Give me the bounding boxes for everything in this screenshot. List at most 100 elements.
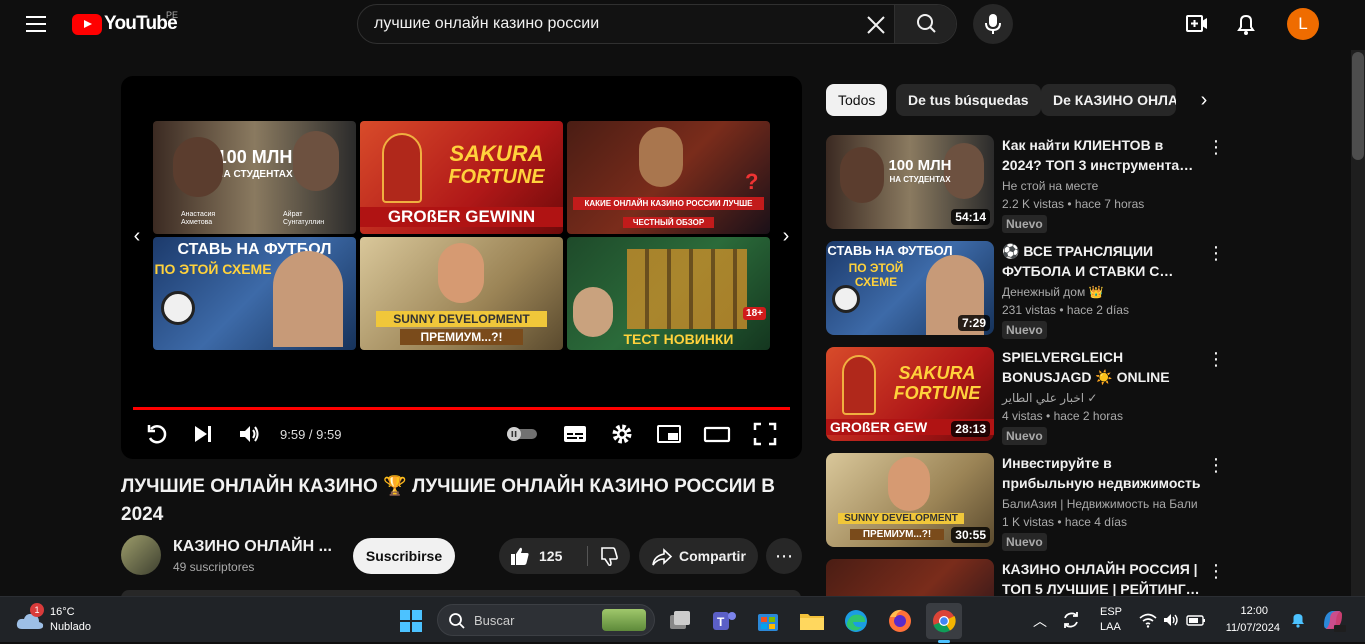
channel-name: БалиАзия | Недвижимость на Бали <box>1002 497 1198 511</box>
theater-mode-icon[interactable] <box>703 420 731 448</box>
microphone-icon[interactable] <box>973 4 1013 44</box>
new-badge: Nuevo <box>1002 321 1047 339</box>
video-thumbnail: 100 МЛН НА СТУДЕНТАХ 54:14 <box>826 135 994 229</box>
replay-icon[interactable] <box>143 420 171 448</box>
end-screen-prev-icon[interactable]: ‹ <box>125 224 149 248</box>
new-badge: Nuevo <box>1002 427 1047 445</box>
top-bar: YouTube PE L <box>0 0 1365 50</box>
weather-temperature: 16°C <box>50 606 75 618</box>
video-meta: 2.2 K vistas • hace 7 horas <box>1002 197 1145 211</box>
end-screen-video-6[interactable]: ТЕСТ НОВИНКИ 18+ <box>567 237 770 350</box>
file-explorer-icon[interactable] <box>794 603 830 639</box>
video-meta: 4 vistas • hace 2 horas <box>1002 409 1123 423</box>
channel-name[interactable]: КАЗИНО ОНЛАЙН ... <box>173 538 332 556</box>
account-avatar[interactable]: L <box>1287 8 1319 40</box>
subscriber-count: 49 suscriptores <box>173 560 255 574</box>
video-title: ЛУЧШИЕ ОНЛАЙН КАЗИНО 🏆 ЛУЧШИЕ ОНЛАЙН КАЗ… <box>121 476 776 525</box>
new-badge: Nuevo <box>1002 533 1047 551</box>
channel-name: Не стой на месте <box>1002 179 1099 193</box>
search-input[interactable] <box>374 5 864 43</box>
end-screen-video-3[interactable]: ? КАКИЕ ОНЛАЙН КАЗИНО РОССИИ ЛУЧШЕ ЧЕСТН… <box>567 121 770 234</box>
volume-icon[interactable] <box>235 420 263 448</box>
weather-description: Nublado <box>50 621 91 633</box>
chip-from-channel[interactable]: De КАЗИНО ОНЛАЙН <box>1041 84 1176 116</box>
chips-next-icon[interactable]: › <box>1192 88 1216 112</box>
firefox-icon[interactable] <box>882 603 918 639</box>
copilot-icon[interactable] <box>1318 605 1348 635</box>
video-title: SPIELVERGLEICH BONUSJAGD ☀️ ONLINE SLOTS… <box>1002 349 1170 385</box>
subtitles-icon[interactable] <box>561 420 589 448</box>
like-button[interactable]: 125 <box>499 538 587 574</box>
clock[interactable]: 12:00 11/07/2024 <box>1214 605 1280 635</box>
video-title: Инвестируйте в прибыльную недвижимость |… <box>1002 455 1201 491</box>
recommended-video[interactable]: SAKURA FORTUNE GROßER GEW 28:13 SPIELVER… <box>826 347 1226 445</box>
dislike-button[interactable] <box>588 538 630 574</box>
country-code: PE <box>166 10 179 20</box>
end-screen-video-4[interactable]: СТАВЬ НА ФУТБОЛ ПО ЭТОЙ СХЕМЕ <box>153 237 356 350</box>
video-meta: 231 vistas • hace 2 días <box>1002 303 1129 317</box>
video-duration: 30:55 <box>951 527 990 543</box>
fullscreen-icon[interactable] <box>751 420 779 448</box>
new-badge: Nuevo <box>1002 215 1047 233</box>
create-video-icon[interactable] <box>1179 8 1215 40</box>
recommended-video[interactable]: СТАВЬ НА ФУТБОЛ ПО ЭТОЙ СХЕМЕ 7:29 ⚽ ВСЕ… <box>826 241 1226 339</box>
video-menu-icon[interactable]: ⋮ <box>1206 349 1226 373</box>
video-menu-icon[interactable]: ⋮ <box>1206 455 1226 479</box>
channel-name: اخبار علي الطاير ✓ <box>1002 391 1098 405</box>
taskbar-search[interactable]: Buscar <box>437 604 655 636</box>
menu-icon[interactable] <box>16 10 56 38</box>
subscribe-button[interactable]: Suscribirse <box>353 538 455 574</box>
search-button[interactable] <box>894 5 956 43</box>
teams-icon[interactable]: T <box>706 603 742 639</box>
thumbs-down-icon <box>601 547 618 567</box>
video-player[interactable]: ‹ › 100 МЛН НА СТУДЕНТАХ Анастасия Ахмет… <box>121 76 802 459</box>
windows-start-icon[interactable] <box>393 603 429 639</box>
share-button[interactable]: Compartir <box>639 538 758 574</box>
sync-icon[interactable] <box>1060 609 1082 631</box>
youtube-logo[interactable]: YouTube <box>72 13 178 35</box>
end-screen-video-2[interactable]: SAKURA FORTUNE GROßER GEWINN <box>360 121 563 234</box>
video-menu-icon[interactable]: ⋮ <box>1206 243 1226 267</box>
show-hidden-icons-chevron-icon[interactable]: ︿ <box>1030 611 1050 631</box>
video-menu-icon[interactable]: ⋮ <box>1206 561 1226 585</box>
end-screen-video-1[interactable]: 100 МЛН НА СТУДЕНТАХ Анастасия Ахметова … <box>153 121 356 234</box>
clock-time: 12:00 <box>1240 605 1268 617</box>
miniplayer-icon[interactable] <box>655 420 683 448</box>
more-actions-icon[interactable]: ⋯ <box>766 538 802 574</box>
clock-date: 11/07/2024 <box>1225 622 1280 634</box>
chrome-icon[interactable] <box>926 603 962 643</box>
video-menu-icon[interactable]: ⋮ <box>1206 137 1226 161</box>
progress-bar[interactable] <box>133 407 790 410</box>
play-logo-icon <box>72 13 102 35</box>
video-duration: 7:29 <box>957 315 990 331</box>
settings-gear-icon[interactable] <box>608 420 636 448</box>
language-indicator[interactable]: ESP LAA <box>1096 605 1128 635</box>
chip-from-searches[interactable]: De tus búsquedas <box>896 84 1041 116</box>
autoplay-toggle[interactable] <box>505 420 539 448</box>
video-title: Как найти КЛИЕНТОВ в 2024? ТОП 3 инструм… <box>1002 137 1194 173</box>
end-screen-next-icon[interactable]: › <box>774 224 798 248</box>
recommended-video[interactable]: SUNNY DEVELOPMENT ПРЕМИУМ...?! 30:55 Инв… <box>826 453 1226 551</box>
video-meta: 1 K vistas • hace 4 días <box>1002 515 1127 529</box>
edge-icon[interactable] <box>838 603 874 639</box>
video-thumbnail: SUNNY DEVELOPMENT ПРЕМИУМ...?! 30:55 <box>826 453 994 547</box>
chip-all[interactable]: Todos <box>826 84 888 116</box>
channel-avatar[interactable] <box>121 535 161 575</box>
store-icon[interactable] <box>750 603 786 639</box>
battery-icon[interactable] <box>1186 611 1206 629</box>
task-view-icon[interactable] <box>662 603 698 639</box>
notification-bell-icon[interactable] <box>1289 611 1307 629</box>
weather-widget[interactable]: 1 16°C Nublado <box>16 603 96 637</box>
wifi-icon[interactable] <box>1138 611 1158 629</box>
video-title: КАЗИНО ОНЛАЙН РОССИЯ | ТОП 5 ЛУЧШИЕ | РЕ… <box>1002 561 1200 596</box>
end-screen-video-5[interactable]: SUNNY DEVELOPMENT ПРЕМИУМ...?! <box>360 237 563 350</box>
notifications-bell-icon[interactable] <box>1228 8 1264 40</box>
clear-search-icon[interactable] <box>860 9 892 41</box>
recommended-video[interactable]: 100 МЛН НА СТУДЕНТАХ 54:14 Как найти КЛИ… <box>826 135 1226 233</box>
recommended-video[interactable]: КАЗИНО ОНЛАЙН РОССИЯ | ТОП 5 ЛУЧШИЕ | РЕ… <box>826 559 1226 596</box>
video-title: ⚽ ВСЕ ТРАНСЛЯЦИИ ФУТБОЛА И СТАВКИ С… <box>1002 243 1174 279</box>
speaker-icon[interactable] <box>1162 611 1180 629</box>
scrollbar-thumb[interactable] <box>1352 52 1364 160</box>
video-thumbnail <box>826 559 994 596</box>
next-video-icon[interactable] <box>189 420 217 448</box>
